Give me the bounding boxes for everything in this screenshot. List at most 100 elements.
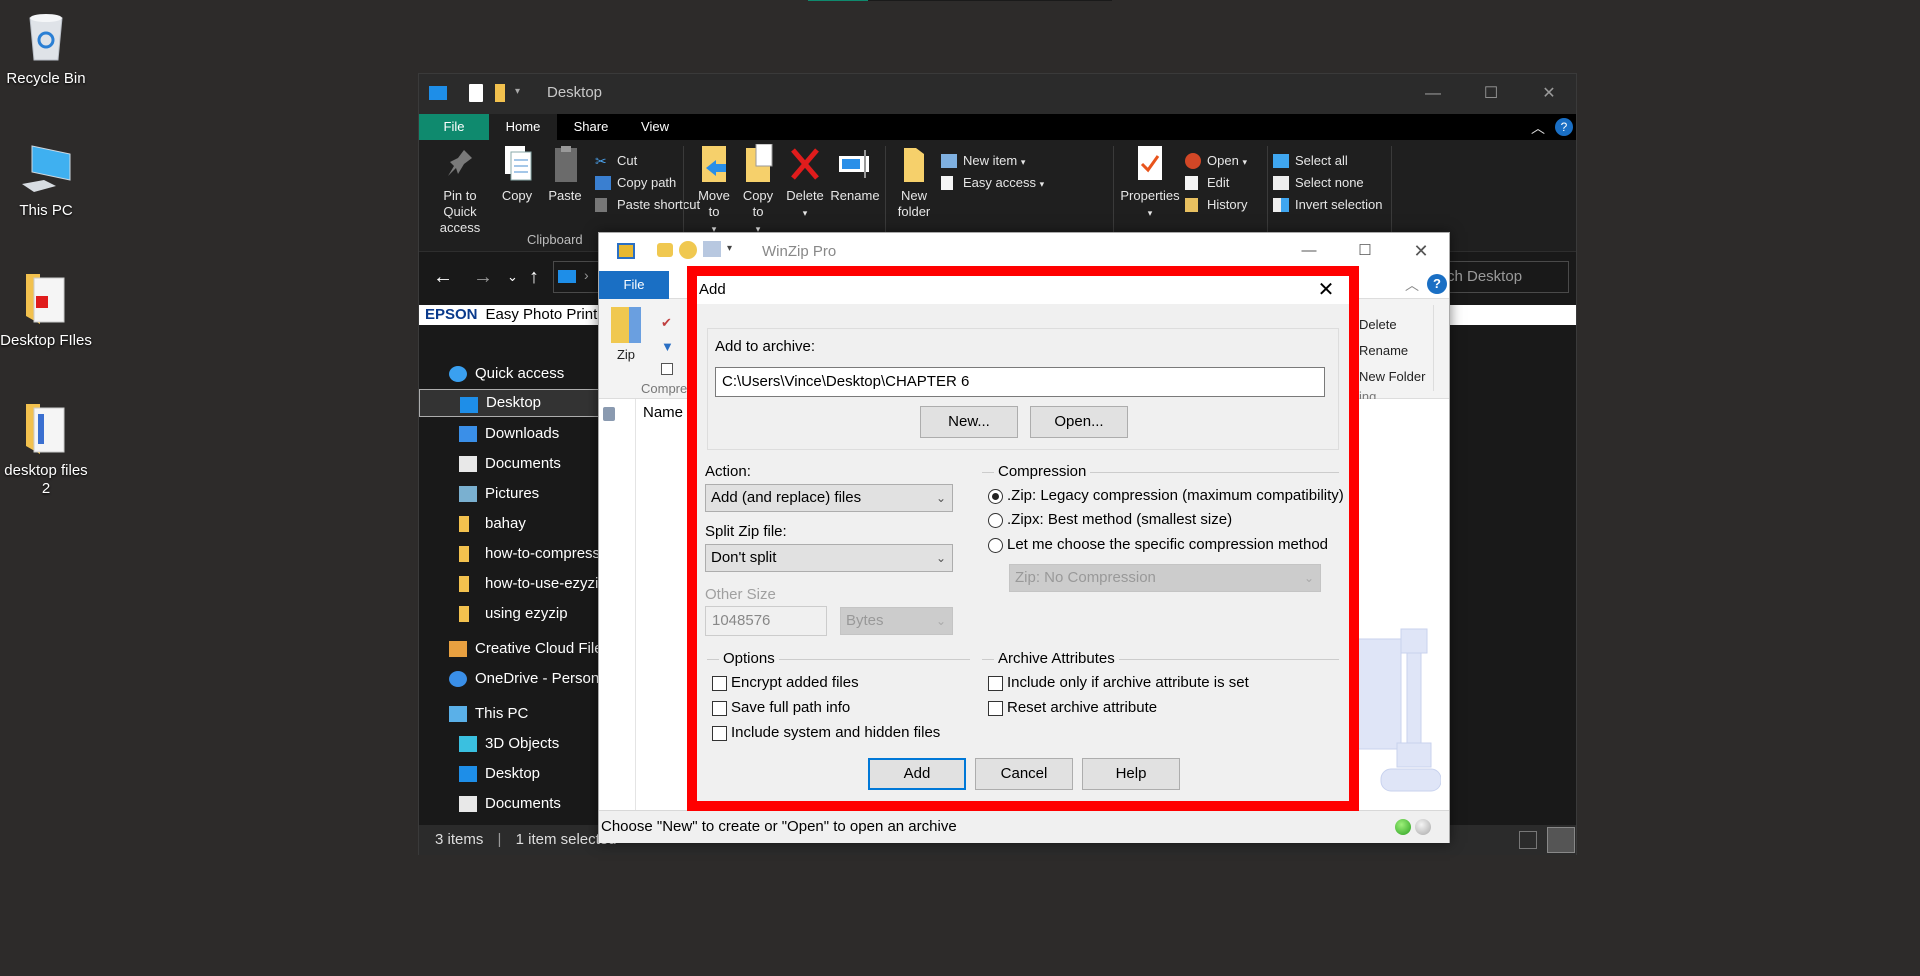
paste-button[interactable]: Paste (543, 144, 587, 204)
easy-access-button[interactable]: Easy access ▾ (941, 172, 1044, 194)
select-all-button[interactable]: Select all (1273, 150, 1348, 172)
cancel-button[interactable]: Cancel (975, 758, 1073, 790)
forward-button[interactable]: → (473, 254, 493, 300)
history-button[interactable]: History (1185, 194, 1247, 216)
nav-item-creative-cloud-files[interactable]: Creative Cloud Files (419, 634, 609, 664)
zip-button[interactable]: Zip (609, 307, 643, 362)
new-folder-quick-icon[interactable] (495, 84, 505, 102)
encrypt-checkbox[interactable] (712, 676, 727, 691)
column-header-name[interactable]: Name (643, 404, 683, 421)
nav-item-documents[interactable]: Documents (419, 449, 609, 479)
reset-archive-attr-label[interactable]: Reset archive attribute (1007, 699, 1157, 716)
radio-zipx-best-label[interactable]: .Zipx: Best method (smallest size) (1007, 511, 1232, 528)
details-view-icon[interactable] (1519, 831, 1537, 849)
nav-item-pictures[interactable]: Pictures (419, 479, 609, 509)
ribbon-new-folder-button[interactable]: New Folder (1359, 369, 1425, 384)
copy-to-button[interactable]: Copy to ▾ (737, 143, 779, 237)
help-icon[interactable]: ? (1555, 118, 1573, 136)
customize-toolbar-icon[interactable]: ▾ (515, 86, 520, 97)
pin-to-quick-access-button[interactable]: Pin to Quick access (425, 144, 495, 236)
rename-button[interactable]: Rename (829, 144, 881, 204)
minimize-button[interactable]: — (1404, 74, 1462, 114)
properties-quick-icon[interactable] (469, 84, 483, 102)
nav-item-3d-objects[interactable]: 3D Objects (419, 729, 609, 759)
maximize-button[interactable]: ☐ (1462, 74, 1520, 114)
encrypt-checkbox[interactable] (661, 363, 673, 375)
nav-item-downloads[interactable]: Downloads (419, 419, 609, 449)
nav-item-quick-access[interactable]: Quick access (419, 359, 609, 389)
include-hidden-label[interactable]: Include system and hidden files (731, 724, 940, 741)
add-button[interactable]: Add (868, 758, 966, 790)
collapse-ribbon-icon[interactable]: ︿ (1531, 118, 1545, 138)
paste-shortcut-button[interactable]: Paste shortcut (595, 194, 700, 216)
tab-share[interactable]: Share (557, 114, 625, 140)
size-unit-select[interactable]: Bytes ⌄ (840, 607, 953, 635)
nav-item-how-to-compress[interactable]: how-to-compress (419, 539, 609, 569)
up-button[interactable]: ↑ (529, 254, 539, 300)
search-input[interactable]: rch Desktop (1433, 261, 1569, 293)
tab-view[interactable]: View (625, 114, 685, 140)
email-quick-icon[interactable] (703, 241, 721, 257)
close-button[interactable]: ✕ (1520, 74, 1578, 114)
encrypt-label[interactable]: Encrypt added files (731, 674, 859, 691)
nav-item-using-ezyzip[interactable]: using ezyzip (419, 599, 609, 629)
radio-specific-method[interactable] (988, 538, 1003, 553)
large-icons-view-icon[interactable] (1547, 827, 1575, 853)
desktop-icon-this-pc[interactable]: This PC (0, 140, 92, 220)
select-none-button[interactable]: Select none (1273, 172, 1364, 194)
ribbon-delete-button[interactable]: Delete (1359, 317, 1397, 332)
radio-zip-legacy[interactable] (988, 489, 1003, 504)
open-archive-quick-icon[interactable] (679, 241, 697, 259)
reset-archive-attr-checkbox[interactable] (988, 701, 1003, 716)
tab-home[interactable]: Home (489, 114, 557, 140)
new-folder-button[interactable]: New folder (889, 144, 939, 220)
open-archive-button[interactable]: Open... (1030, 406, 1128, 438)
copy-button[interactable]: Copy (497, 144, 537, 204)
compression-method-select[interactable]: Zip: No Compression ⌄ (1009, 564, 1321, 592)
open-button[interactable]: Open ▾ (1185, 150, 1247, 172)
desktop-icon-desktop-files-2[interactable]: desktop files 2 (0, 400, 92, 498)
save-full-path-checkbox[interactable] (712, 701, 727, 716)
include-hidden-checkbox[interactable] (712, 726, 727, 741)
collapse-ribbon-icon[interactable]: ︿ (1405, 275, 1419, 295)
desktop-icon-desktop-files[interactable]: Desktop FIles (0, 270, 92, 350)
new-item-button[interactable]: New item ▾ (941, 150, 1025, 172)
delete-button[interactable]: Delete ▾ (783, 144, 827, 221)
move-to-button[interactable]: Move to ▾ (693, 144, 735, 237)
split-zip-select[interactable]: Don't split ⌄ (705, 544, 953, 572)
back-button[interactable]: ← (433, 254, 453, 300)
nav-item-bahay[interactable]: bahay (419, 509, 609, 539)
action-select[interactable]: Add (and replace) files ⌄ (705, 484, 953, 512)
radio-specific-method-label[interactable]: Let me choose the specific compression m… (1007, 536, 1328, 553)
help-icon[interactable]: ? (1427, 274, 1447, 294)
help-button[interactable]: Help (1082, 758, 1180, 790)
archive-attr-set-label[interactable]: Include only if archive attribute is set (1007, 674, 1249, 691)
save-full-path-label[interactable]: Save full path info (731, 699, 850, 716)
edit-button[interactable]: Edit (1185, 172, 1229, 194)
radio-zip-legacy-label[interactable]: .Zip: Legacy compression (maximum compat… (1007, 487, 1344, 504)
winzip-maximize-button[interactable]: ☐ (1337, 233, 1393, 269)
dialog-close-button[interactable]: ✕ (1303, 276, 1349, 304)
ribbon-rename-button[interactable]: Rename (1359, 343, 1408, 358)
desktop-icon-recycle-bin[interactable]: Recycle Bin (0, 8, 92, 88)
archive-path-input[interactable]: C:\Users\Vince\Desktop\CHAPTER 6 (715, 367, 1325, 397)
nav-item-this-pc[interactable]: This PC (419, 699, 609, 729)
tab-file[interactable]: File (419, 114, 489, 140)
winzip-close-button[interactable]: ✕ (1393, 233, 1449, 269)
nav-item-desktop[interactable]: Desktop (419, 759, 609, 789)
nav-item-documents[interactable]: Documents (419, 789, 609, 819)
recent-locations-button[interactable]: ⌄ (507, 254, 518, 300)
customize-toolbar-icon[interactable]: ▾ (727, 243, 732, 254)
properties-button[interactable]: Properties ▾ (1117, 144, 1183, 221)
archive-attr-set-checkbox[interactable] (988, 676, 1003, 691)
new-archive-quick-icon[interactable] (657, 243, 673, 257)
winzip-tab-file[interactable]: File (599, 271, 669, 299)
nav-item-desktop[interactable]: Desktop (419, 389, 609, 417)
radio-zipx-best[interactable] (988, 513, 1003, 528)
copy-path-button[interactable]: Copy path (595, 172, 676, 194)
other-size-input[interactable]: 1048576 (705, 606, 827, 636)
nav-item-onedrive-personal[interactable]: OneDrive - Personal (419, 664, 609, 694)
cut-button[interactable]: ✂ Cut (595, 150, 637, 172)
nav-item-how-to-use-ezyzip[interactable]: how-to-use-ezyzip (419, 569, 609, 599)
invert-selection-button[interactable]: Invert selection (1273, 194, 1382, 216)
